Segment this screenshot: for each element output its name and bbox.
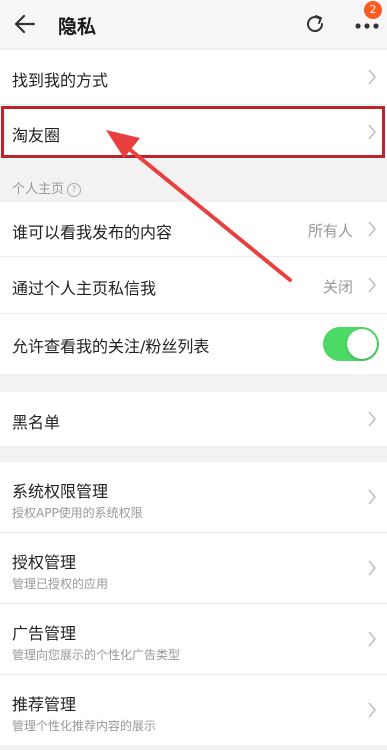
- chevron-right-icon: [368, 560, 377, 576]
- chevron-right-icon: [368, 702, 377, 718]
- chevron-right-icon: [368, 631, 377, 647]
- row-private-message-value: 关闭: [322, 278, 353, 296]
- chevron-right-icon: [368, 277, 377, 293]
- follow-list-toggle[interactable]: [323, 327, 379, 361]
- chevron-right-icon: [368, 124, 377, 140]
- row-who-can-see[interactable]: 谁可以看我发布的内容 所有人: [0, 202, 387, 256]
- row-blacklist-label: 黑名单: [12, 413, 61, 432]
- page-title: 隐私: [58, 16, 97, 38]
- section-header-personal: 个人主页?: [12, 178, 82, 197]
- toggle-knob: [347, 329, 377, 359]
- row-allow-follow-list-label: 允许查看我的关注/粉丝列表: [12, 337, 210, 356]
- row-blacklist[interactable]: 黑名单: [0, 392, 387, 446]
- top-bar: 隐私 2: [0, 0, 387, 48]
- chevron-right-icon: [368, 69, 377, 85]
- row-auth-manage-label: 授权管理: [12, 553, 77, 572]
- section-header-label: 个人主页: [12, 182, 65, 197]
- row-find-me[interactable]: 找到我的方式: [0, 50, 387, 104]
- row-system-permission[interactable]: 系统权限管理 授权APP使用的系统权限: [0, 462, 387, 532]
- row-system-permission-sub: 授权APP使用的系统权限: [12, 506, 143, 520]
- row-ad-manage-sub: 管理向您展示的个性化广告类型: [12, 648, 181, 662]
- chevron-right-icon: [368, 489, 377, 505]
- row-private-message[interactable]: 通过个人主页私信我 关闭: [0, 257, 387, 313]
- row-who-can-see-value: 所有人: [307, 222, 353, 240]
- row-auth-manage[interactable]: 授权管理 管理已授权的应用: [0, 533, 387, 603]
- chevron-right-icon: [368, 411, 377, 427]
- back-arrow-icon[interactable]: [12, 12, 38, 36]
- refresh-icon[interactable]: [303, 12, 327, 36]
- row-private-message-label: 通过个人主页私信我: [12, 279, 157, 298]
- row-ad-manage[interactable]: 广告管理 管理向您展示的个性化广告类型: [0, 604, 387, 674]
- notification-badge: 2: [364, 1, 382, 19]
- help-icon[interactable]: ?: [67, 183, 82, 197]
- row-taoyouquan[interactable]: 淘友圈: [0, 105, 387, 159]
- row-taoyouquan-label: 淘友圈: [12, 126, 61, 145]
- row-system-permission-label: 系统权限管理: [12, 482, 109, 501]
- row-auth-manage-sub: 管理已授权的应用: [12, 577, 109, 591]
- row-recommend-manage-sub: 管理个性化推荐内容的展示: [12, 719, 157, 733]
- row-ad-manage-label: 广告管理: [12, 624, 77, 643]
- chevron-right-icon: [368, 221, 377, 237]
- row-who-can-see-label: 谁可以看我发布的内容: [12, 223, 173, 242]
- row-recommend-manage-label: 推荐管理: [12, 695, 77, 714]
- row-find-me-label: 找到我的方式: [12, 71, 109, 90]
- row-recommend-manage[interactable]: 推荐管理 管理个性化推荐内容的展示: [0, 675, 387, 745]
